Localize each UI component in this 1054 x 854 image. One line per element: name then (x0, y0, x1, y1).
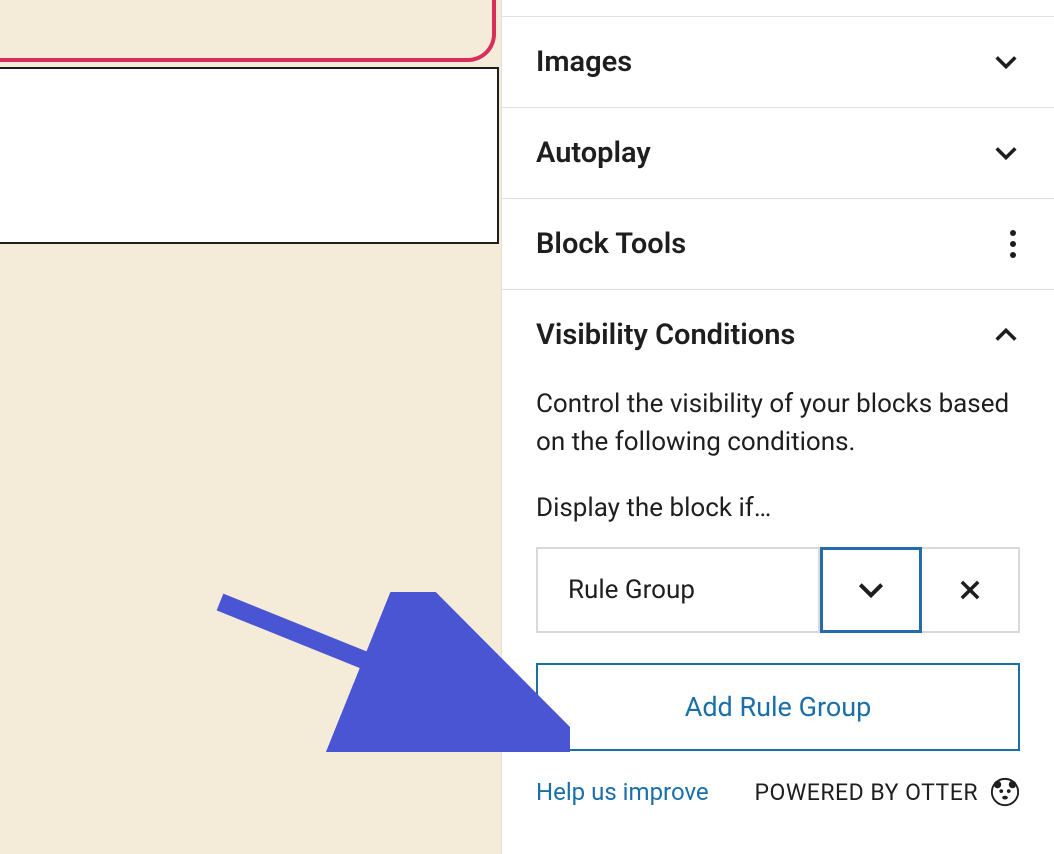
otter-icon (990, 777, 1020, 807)
close-icon (956, 576, 984, 604)
chevron-down-icon (992, 48, 1020, 76)
chevron-down-icon (855, 574, 887, 606)
settings-sidebar: Images Autoplay Block Tools Visibility C… (501, 0, 1054, 854)
add-rule-group-button[interactable]: Add Rule Group (536, 663, 1020, 751)
block-placeholder[interactable] (0, 67, 499, 244)
panel-description: Control the visibility of your blocks ba… (536, 386, 1020, 461)
more-vertical-icon[interactable] (1010, 230, 1020, 258)
chevron-down-icon (992, 139, 1020, 167)
panel-autoplay[interactable]: Autoplay (502, 108, 1054, 199)
panel-visibility-conditions: Visibility Conditions Control the visibi… (502, 290, 1054, 827)
panel-block-tools[interactable]: Block Tools (502, 199, 1054, 290)
display-if-label: Display the block if… (536, 493, 1020, 523)
chevron-up-icon (992, 321, 1020, 349)
selected-block-outline[interactable] (0, 0, 496, 62)
panel-title: Images (536, 45, 632, 79)
rule-group-remove-button[interactable] (922, 547, 1020, 633)
powered-by-label: POWERED BY OTTER (755, 777, 1020, 807)
panel-title: Autoplay (536, 136, 651, 170)
editor-canvas (0, 0, 501, 854)
panel-footer: Help us improve POWERED BY OTTER (536, 777, 1020, 807)
panel-images[interactable]: Images (502, 16, 1054, 108)
help-us-improve-link[interactable]: Help us improve (536, 778, 709, 806)
rule-group-expand-button[interactable] (820, 547, 922, 633)
panel-title: Visibility Conditions (536, 318, 795, 352)
rule-group-select[interactable]: Rule Group (536, 547, 820, 633)
panel-title: Block Tools (536, 227, 686, 261)
rule-group-row: Rule Group (536, 547, 1020, 633)
panel-header[interactable]: Visibility Conditions (536, 318, 1020, 352)
powered-by-text: POWERED BY OTTER (755, 779, 978, 806)
